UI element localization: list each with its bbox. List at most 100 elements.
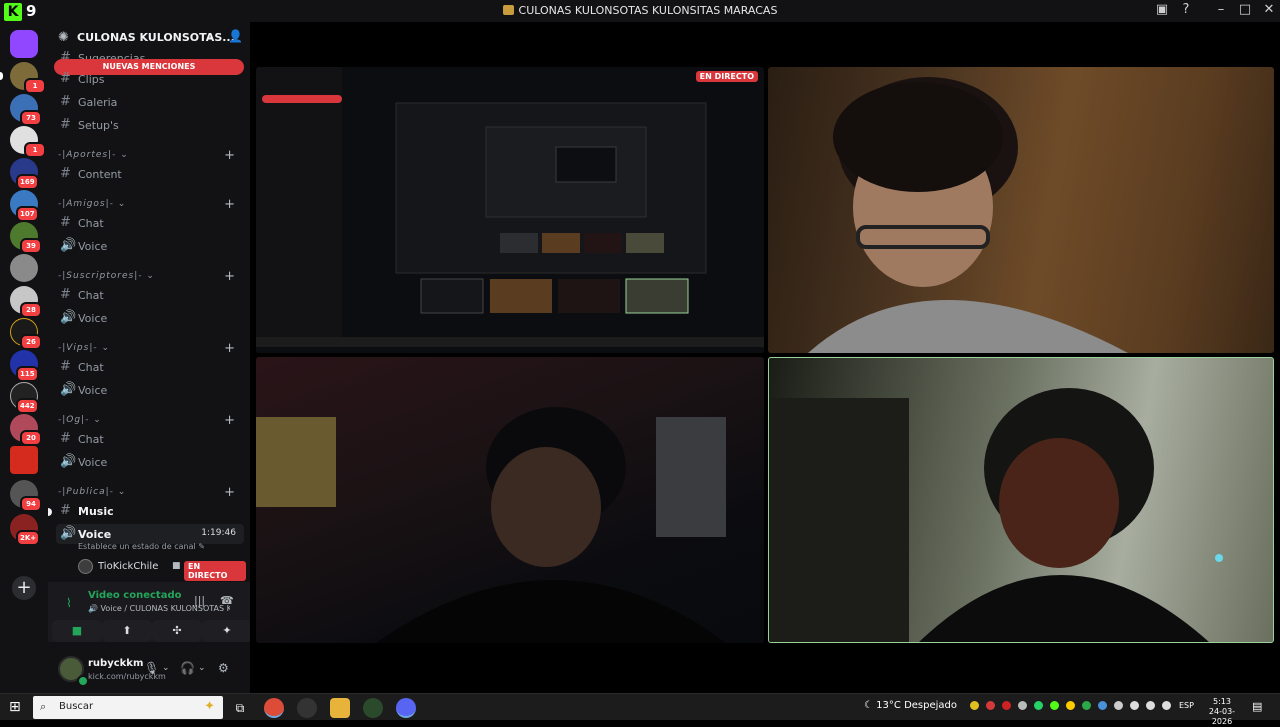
channel-suscriptores-voice[interactable]: 🔊 Voice — [56, 308, 244, 328]
tray-icon[interactable] — [1050, 701, 1059, 710]
obs-icon[interactable] — [297, 698, 317, 718]
tray-icon[interactable] — [1114, 701, 1123, 710]
network-icon[interactable] — [1146, 701, 1155, 710]
tray-icon[interactable] — [1002, 701, 1011, 710]
steam-icon[interactable] — [1098, 701, 1107, 710]
microphone-icon[interactable]: 🎙 — [144, 661, 159, 675]
category-aportes[interactable]: -|Aportes|- ⌄ + — [58, 148, 244, 164]
server-emoji-icon — [502, 5, 514, 15]
server-badge: 442 — [16, 398, 39, 414]
file-explorer-icon[interactable] — [330, 698, 350, 718]
system-clock[interactable]: 5:13 24-03-2026 — [1200, 697, 1244, 727]
channel-og-chat[interactable]: # Chat — [56, 429, 244, 449]
add-channel-icon[interactable]: + — [224, 197, 236, 212]
screen-share-tile[interactable]: EN DIRECTO — [256, 67, 764, 353]
user-panel: rubyckkm kick.com/rubyckkm 🎙 ⌄ 🎧 ⌄ ⚙ — [48, 646, 250, 693]
add-channel-icon[interactable]: + — [224, 269, 236, 284]
channel-amigos-voice[interactable]: 🔊 Voice — [56, 236, 244, 256]
help-icon[interactable]: ? — [1174, 2, 1198, 17]
channel-amigos-chat[interactable]: # Chat — [56, 213, 244, 233]
camera-tile-2[interactable] — [256, 357, 764, 643]
tray-icon[interactable] — [1082, 701, 1091, 710]
camera-tile-1[interactable] — [768, 67, 1274, 353]
disconnect-icon[interactable]: ☎ — [220, 594, 234, 607]
chevron-down-icon[interactable]: ⌄ — [162, 663, 170, 673]
maximize-button[interactable]: □ — [1233, 2, 1257, 17]
whatsapp-icon[interactable] — [1034, 701, 1043, 710]
add-channel-icon[interactable]: + — [224, 341, 236, 356]
inbox-icon[interactable]: ▣ — [1150, 2, 1174, 17]
channel-music[interactable]: # Music — [56, 501, 244, 521]
weather-widget[interactable]: ☾ 13°C Despejado — [864, 700, 957, 711]
channel-clips[interactable]: # Clips — [56, 69, 244, 89]
category-vips[interactable]: -|Vips|- ⌄ + — [58, 341, 244, 357]
hash-icon: # — [60, 431, 71, 446]
activities-button[interactable]: ✣ — [152, 620, 202, 642]
channel-suscriptores-chat[interactable]: # Chat — [56, 285, 244, 305]
voice-member[interactable]: TioKickChile ■ EN DIRECTO — [78, 558, 246, 581]
channel-label: Voice — [78, 384, 108, 397]
tray-icon[interactable] — [970, 701, 979, 710]
add-channel-icon[interactable]: + — [224, 413, 236, 428]
app-icon[interactable] — [363, 698, 383, 718]
windows-start-icon[interactable]: ⊞ — [9, 699, 21, 715]
channel-og-voice[interactable]: 🔊 Voice — [56, 452, 244, 472]
server-icon-13[interactable] — [10, 446, 38, 474]
channel-label: Setup's — [78, 119, 119, 132]
headphones-icon[interactable]: 🎧 — [180, 661, 195, 675]
invite-user-icon[interactable]: 👤 — [228, 29, 243, 43]
camera-button[interactable]: ■ — [52, 620, 102, 642]
voice-status-title[interactable]: Video conectado — [88, 590, 181, 601]
add-server-button[interactable]: + — [12, 576, 36, 600]
channel-galeria[interactable]: # Galeria — [56, 92, 244, 112]
server-badge: 1 — [24, 78, 46, 94]
camera-tile-3[interactable] — [768, 357, 1274, 643]
gear-icon[interactable]: ⚙ — [218, 661, 229, 675]
speaker-icon: 🔊 — [60, 382, 77, 397]
channel-label: Voice — [78, 312, 108, 325]
channel-setups[interactable]: # Setup's — [56, 115, 244, 135]
tray-icon[interactable] — [1066, 701, 1075, 710]
server-badge: 20 — [20, 430, 42, 446]
task-view-icon[interactable]: ⧉ — [230, 698, 250, 718]
chrome-icon[interactable] — [264, 698, 284, 718]
set-channel-status[interactable]: Establece un estado de canal ✎ — [78, 542, 205, 551]
webcam-person-image — [256, 407, 726, 643]
screen-share-button[interactable]: ⬆ — [102, 620, 152, 642]
minimize-button[interactable]: – — [1209, 2, 1233, 17]
soundboard-button[interactable]: ✦ — [202, 620, 252, 642]
channel-content[interactable]: # Content — [56, 164, 244, 184]
microphone-tray-icon[interactable] — [1130, 701, 1139, 710]
speaker-icon: 🔊 — [60, 310, 77, 325]
twitch-server-icon[interactable] — [10, 30, 38, 58]
volume-icon[interactable] — [1162, 701, 1171, 710]
signal-icon[interactable]: ⌇ — [66, 596, 72, 610]
category-label: -|Aportes|- — [58, 150, 117, 160]
noise-suppression-icon[interactable]: ||| — [194, 594, 205, 607]
add-channel-icon[interactable]: + — [224, 485, 236, 500]
notification-icon[interactable]: ▤ — [1252, 700, 1262, 713]
tray-icon[interactable] — [1018, 701, 1027, 710]
close-button[interactable]: ✕ — [1257, 2, 1280, 17]
server-icon-7[interactable] — [10, 254, 38, 282]
category-label: -|Suscriptores|- — [58, 271, 143, 281]
server-rail: 1 73 1 169 107 39 28 26 115 442 20 94 2K… — [0, 22, 48, 693]
tray-icon[interactable] — [986, 701, 995, 710]
clock-date: 24-03-2026 — [1208, 707, 1236, 726]
channel-label: Content — [78, 168, 122, 181]
category-amigos[interactable]: -|Amigos|- ⌄ + — [58, 197, 244, 213]
voice-channel-path[interactable]: 🔊 Voice / CULONAS KULONSOTAS KU... — [88, 604, 230, 613]
language-indicator[interactable]: ESP — [1179, 701, 1194, 710]
voice-connected-panel: ⌇ Video conectado 🔊 Voice / CULONAS KULO… — [48, 582, 252, 642]
taskbar-search[interactable]: ⌕ Buscar ✦ — [33, 696, 223, 719]
add-channel-icon[interactable]: + — [224, 148, 236, 163]
channel-publica-voice[interactable]: 🔊 Voice 1:19:46 — [56, 524, 244, 544]
discord-icon[interactable] — [396, 698, 416, 718]
username[interactable]: rubyckkm — [88, 658, 143, 669]
category-og[interactable]: -|Og|- ⌄ + — [58, 413, 244, 429]
channel-vips-chat[interactable]: # Chat — [56, 357, 244, 377]
category-suscriptores[interactable]: -|Suscriptores|- ⌄ + — [58, 269, 244, 285]
category-publica[interactable]: -|Publica|- ⌄ + — [58, 485, 244, 501]
chevron-down-icon[interactable]: ⌄ — [198, 663, 206, 673]
channel-vips-voice[interactable]: 🔊 Voice — [56, 380, 244, 400]
